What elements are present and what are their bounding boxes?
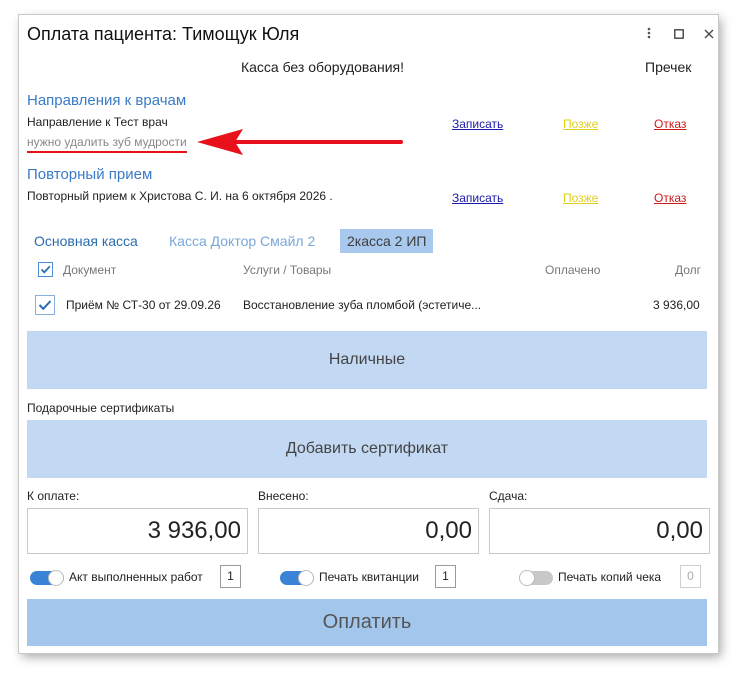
- check-copies-label: Печать копий чека: [558, 570, 662, 584]
- check-copies-toggle[interactable]: [519, 570, 553, 586]
- referral-subtitle: Направление к Тест врач: [27, 115, 168, 129]
- act-label: Акт выполненных работ: [69, 570, 203, 584]
- tab-doctor-smile-cash[interactable]: Касса Доктор Смайл 2: [162, 229, 322, 253]
- precheck-button[interactable]: Пречек: [645, 59, 691, 75]
- column-paid: Оплачено: [545, 263, 601, 277]
- cash-button[interactable]: Наличные: [27, 331, 707, 389]
- column-document: Документ: [63, 263, 117, 277]
- column-debt: Долг: [675, 263, 702, 277]
- change-label: Сдача:: [489, 489, 528, 503]
- deposited-field[interactable]: 0,00: [258, 508, 479, 554]
- toggle-knob: [298, 570, 314, 586]
- gift-certificates-label: Подарочные сертификаты: [27, 401, 175, 415]
- receipt-label: Печать квитанции: [319, 570, 419, 584]
- receipt-toggle[interactable]: [280, 570, 314, 586]
- repeat-refuse-link[interactable]: Отказ: [654, 191, 686, 205]
- row-document[interactable]: Приём № СТ-30 от 29.09.26: [66, 298, 221, 312]
- referral-refuse-link[interactable]: Отказ: [654, 117, 686, 131]
- no-equipment-notice: Касса без оборудования!: [240, 59, 405, 75]
- to-pay-field: 3 936,00: [27, 508, 248, 554]
- repeat-visit-title: Повторный прием: [27, 166, 153, 183]
- tab-2cash-2ip[interactable]: 2касса 2 ИП: [340, 229, 434, 253]
- annotation-arrow-icon: [197, 129, 403, 155]
- select-all-checkbox[interactable]: [38, 262, 53, 277]
- repeat-visit-subtitle: Повторный прием к Христова С. И. на 6 ок…: [27, 189, 333, 203]
- add-certificate-button[interactable]: Добавить сертификат: [27, 420, 707, 478]
- kebab-menu-icon[interactable]: [638, 23, 660, 45]
- referral-comment: нужно удалить зуб мудрости: [27, 135, 187, 149]
- window-title: Оплата пациента: Тимощук Юля: [27, 24, 300, 44]
- payment-window: Оплата пациента: Тимощук Юля Касса без о…: [19, 15, 718, 653]
- column-services: Услуги / Товары: [243, 263, 332, 277]
- act-count-field[interactable]: 1: [220, 565, 241, 588]
- referrals-title: Направления к врачам: [27, 92, 187, 109]
- to-pay-label: К оплате:: [27, 489, 80, 503]
- referral-later-link[interactable]: Позже: [563, 117, 598, 131]
- tab-main-cash[interactable]: Основная касса: [27, 229, 145, 253]
- maximize-icon[interactable]: [668, 23, 690, 45]
- row-debt: 3 936,00: [653, 298, 700, 312]
- receipt-count-field[interactable]: 1: [435, 565, 456, 588]
- check-copies-count-field[interactable]: 0: [680, 565, 701, 588]
- repeat-later-link[interactable]: Позже: [563, 191, 598, 205]
- referral-book-link[interactable]: Записать: [452, 117, 503, 131]
- toggle-knob: [519, 570, 535, 586]
- row-services: Восстановление зуба пломбой (эстетиче...: [243, 298, 482, 312]
- toggle-knob: [48, 570, 64, 586]
- act-toggle[interactable]: [30, 570, 64, 586]
- repeat-book-link[interactable]: Записать: [452, 191, 503, 205]
- change-field: 0,00: [489, 508, 710, 554]
- row-checkbox[interactable]: [35, 295, 55, 315]
- close-icon[interactable]: [698, 23, 720, 45]
- pay-button[interactable]: Оплатить: [27, 599, 707, 646]
- deposited-label: Внесено:: [258, 489, 309, 503]
- annotation-underline: [27, 151, 187, 153]
